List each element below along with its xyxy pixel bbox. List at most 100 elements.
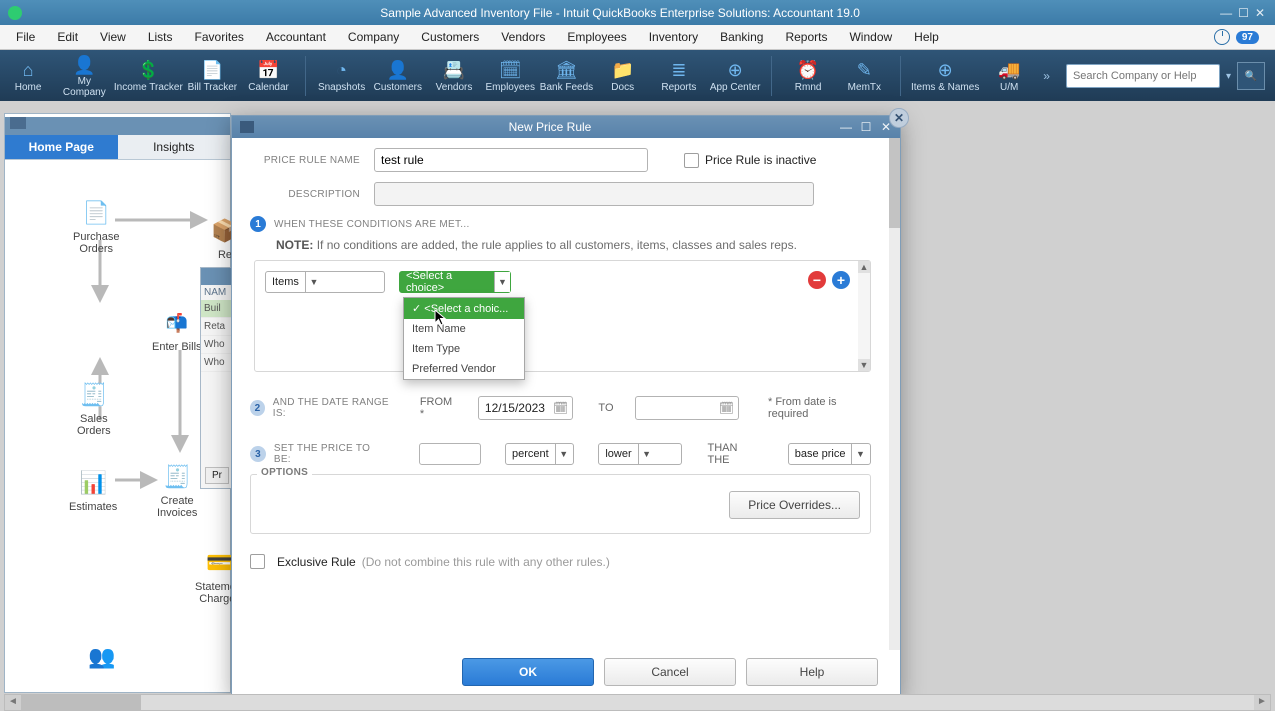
remove-condition-button[interactable]: − (808, 271, 826, 289)
node-misc[interactable]: 👥 (87, 642, 117, 675)
maximize-icon[interactable]: ☐ (1238, 6, 1249, 20)
add-condition-button[interactable]: + (832, 271, 850, 289)
menu-customers[interactable]: Customers (411, 27, 489, 47)
list-item[interactable]: Buil (201, 300, 233, 318)
list-item[interactable]: Who (201, 354, 233, 372)
toolbar-employees[interactable]: 🗓Employees (482, 60, 538, 93)
menu-vendors[interactable]: Vendors (491, 27, 555, 47)
search-input[interactable] (1066, 64, 1220, 88)
tab-home-page[interactable]: Home Page (5, 135, 118, 159)
toolbar-home[interactable]: ⌂Home (0, 60, 56, 93)
minimize-icon[interactable]: — (1220, 6, 1232, 20)
scroll-up-icon[interactable]: ▲ (858, 261, 870, 273)
app-title: Sample Advanced Inventory File - Intuit … (30, 6, 1210, 20)
cancel-button[interactable]: Cancel (604, 658, 736, 686)
scroll-left-icon[interactable]: ◄ (5, 695, 21, 710)
toolbar-docs[interactable]: 📁Docs (595, 60, 651, 93)
conditions-scrollbar[interactable]: ▲ ▼ (858, 261, 870, 371)
toolbar-bill-tracker[interactable]: 📄Bill Tracker (184, 60, 240, 93)
menu-company[interactable]: Company (338, 27, 409, 47)
dialog-titlebar[interactable]: New Price Rule — ☐ ✕ (232, 116, 900, 138)
help-button[interactable]: Help (746, 658, 878, 686)
toolbar-bank-feeds[interactable]: 🏛Bank Feeds (538, 60, 594, 93)
reminders-clock-icon[interactable] (1214, 29, 1230, 45)
scroll-right-icon[interactable]: ► (1254, 695, 1270, 710)
dropdown-option[interactable]: Preferred Vendor (404, 359, 524, 379)
menu-reports[interactable]: Reports (775, 27, 837, 47)
close-icon[interactable]: ✕ (1255, 6, 1265, 20)
menu-window[interactable]: Window (839, 27, 902, 47)
menu-favorites[interactable]: Favorites (185, 27, 254, 47)
menu-accountant[interactable]: Accountant (256, 27, 336, 47)
chevron-down-icon[interactable]: ▾ (1226, 71, 1231, 82)
price-amount-input[interactable] (419, 443, 481, 465)
calendar-icon[interactable]: 🗓 (719, 401, 734, 415)
workspace-h-scrollbar[interactable]: ◄ ► (4, 694, 1271, 711)
dialog-maximize-icon[interactable]: ☐ (858, 120, 874, 134)
dialog-menu-icon[interactable] (240, 121, 254, 133)
dialog-scrollbar-thumb[interactable] (889, 138, 900, 228)
to-date-input[interactable]: 🗓 (635, 396, 739, 420)
dropdown-option[interactable]: Item Name (404, 319, 524, 339)
dialog-close-icon[interactable]: ✕ (878, 120, 894, 134)
toolbar-items-names[interactable]: ⊕Items & Names (909, 60, 981, 93)
toolbar-customers[interactable]: 👤Customers (370, 60, 426, 93)
toolbar-overflow-icon[interactable]: » (1037, 69, 1056, 83)
price-base-dropdown[interactable]: base price▼ (788, 443, 871, 465)
condition-field-dropdown[interactable]: <Select a choice> ▼ (399, 271, 511, 293)
list-window-titlebar[interactable] (201, 268, 233, 285)
reminders-badge[interactable]: 97 (1236, 31, 1259, 44)
h-scrollbar-thumb[interactable] (21, 695, 141, 710)
dropdown-option[interactable]: Item Type (404, 339, 524, 359)
list-button[interactable]: Pr (205, 467, 229, 484)
menu-file[interactable]: File (6, 27, 45, 47)
toolbar-calendar[interactable]: 📅Calendar (240, 60, 296, 93)
ok-button[interactable]: OK (462, 658, 594, 686)
dialog-scrollbar[interactable] (889, 138, 900, 650)
toolbar-my-company[interactable]: 👤My Company (56, 54, 112, 98)
menu-inventory[interactable]: Inventory (639, 27, 708, 47)
toolbar-memtx[interactable]: ✎MemTx (836, 60, 892, 93)
condition-type-dropdown[interactable]: Items ▼ (265, 271, 385, 293)
label-name: PRICE RULE NAME (250, 155, 374, 166)
dialog-minimize-icon[interactable]: — (838, 120, 854, 134)
inactive-label: Price Rule is inactive (705, 153, 816, 167)
toolbar-app-center[interactable]: ⊕App Center (707, 60, 763, 93)
description-input[interactable] (374, 182, 814, 206)
price-direction-dropdown[interactable]: lower▼ (598, 443, 681, 465)
toolbar-rmnd[interactable]: ⏰Rmnd (780, 60, 836, 93)
scroll-down-icon[interactable]: ▼ (858, 359, 870, 371)
exclusive-label: Exclusive Rule (277, 555, 356, 569)
exclusive-checkbox[interactable] (250, 554, 265, 569)
menu-banking[interactable]: Banking (710, 27, 773, 47)
section-price-label: SET THE PRICE TO BE: (274, 443, 389, 465)
list-item[interactable]: Reta (201, 318, 233, 336)
node-create-invoices[interactable]: 🧾Create Invoices (157, 462, 197, 519)
menu-help[interactable]: Help (904, 27, 949, 47)
tab-insights[interactable]: Insights (118, 135, 231, 159)
toolbar-snapshots[interactable]: ◔Snapshots (313, 60, 369, 93)
list-item[interactable]: Who (201, 336, 233, 354)
toolbar-vendors[interactable]: 📇Vendors (426, 60, 482, 93)
menu-edit[interactable]: Edit (47, 27, 88, 47)
menu-view[interactable]: View (90, 27, 136, 47)
toolbar-income-tracker[interactable]: 💲Income Tracker (112, 60, 184, 93)
from-date-input[interactable]: 12/15/2023 🗓 (478, 396, 573, 420)
dropdown-option[interactable]: <Select a choic... (404, 298, 524, 319)
menu-lists[interactable]: Lists (138, 27, 183, 47)
inactive-checkbox[interactable] (684, 153, 699, 168)
toolbar-reports[interactable]: ≣Reports (651, 60, 707, 93)
search-button[interactable]: 🔍 (1237, 62, 1265, 90)
price-overrides-button[interactable]: Price Overrides... (729, 491, 860, 519)
window-menu-icon[interactable] (10, 117, 26, 129)
menu-employees[interactable]: Employees (557, 27, 636, 47)
price-rule-name-input[interactable] (374, 148, 648, 172)
home-window-titlebar[interactable] (5, 117, 230, 135)
node-enter-bills[interactable]: 📬Enter Bills (152, 308, 202, 353)
node-estimates[interactable]: 📊Estimates (69, 468, 117, 513)
node-sales-orders[interactable]: 🧾Sales Orders (77, 380, 111, 437)
calendar-icon[interactable]: 🗓 (553, 401, 568, 415)
toolbar-um[interactable]: 🚚U/M (981, 60, 1037, 93)
price-unit-dropdown[interactable]: percent▼ (505, 443, 574, 465)
node-purchase-orders[interactable]: 📄Purchase Orders (73, 198, 119, 255)
